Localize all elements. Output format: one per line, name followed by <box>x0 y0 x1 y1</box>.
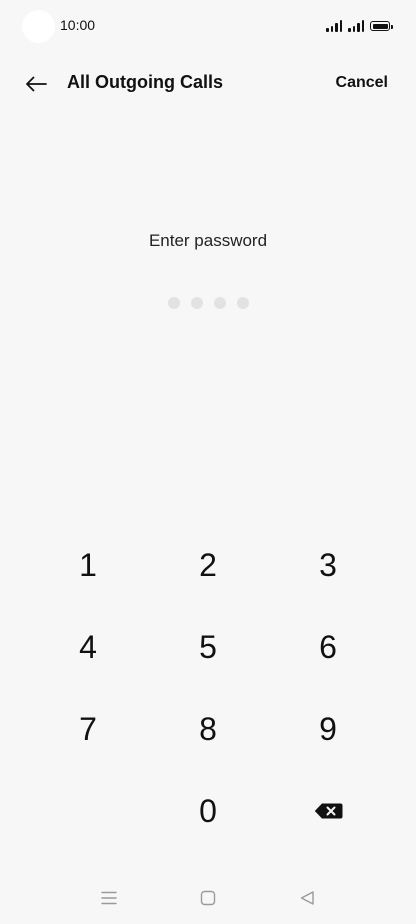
delete-button[interactable] <box>268 770 388 852</box>
key-6[interactable]: 6 <box>268 606 388 688</box>
front-camera <box>22 10 55 43</box>
pin-dot <box>213 297 226 309</box>
status-time: 10:00 <box>60 17 96 33</box>
header: All Outgoing Calls Cancel <box>0 60 416 108</box>
key-2[interactable]: 2 <box>148 524 268 606</box>
password-prompt: Enter password <box>148 231 268 250</box>
key-8[interactable]: 8 <box>148 688 268 770</box>
key-empty <box>28 770 148 852</box>
key-3[interactable]: 3 <box>268 524 388 606</box>
page-title: All Outgoing Calls <box>67 72 223 92</box>
battery-icon <box>370 21 393 31</box>
menu-icon <box>101 891 117 905</box>
backspace-icon <box>314 803 342 819</box>
arrow-left-icon <box>26 76 47 92</box>
menu-button[interactable] <box>95 886 123 910</box>
signal-icon <box>348 20 364 32</box>
key-9[interactable]: 9 <box>268 688 388 770</box>
nav-back-button[interactable] <box>293 886 321 910</box>
key-5[interactable]: 5 <box>148 606 268 688</box>
back-button[interactable] <box>22 70 50 98</box>
key-4[interactable]: 4 <box>28 606 148 688</box>
cancel-button[interactable]: Cancel <box>336 74 388 92</box>
pin-dot <box>190 297 203 309</box>
home-button[interactable] <box>194 886 222 910</box>
key-0[interactable]: 0 <box>148 770 268 852</box>
pin-dot <box>167 297 180 309</box>
key-7[interactable]: 7 <box>28 688 148 770</box>
keypad: 1 2 3 4 5 6 7 8 9 0 <box>28 524 388 852</box>
home-square-icon <box>200 890 216 906</box>
back-triangle-icon <box>300 891 314 905</box>
pin-dot <box>236 297 249 309</box>
pin-dots <box>0 297 416 309</box>
key-1[interactable]: 1 <box>28 524 148 606</box>
signal-icon <box>326 20 342 32</box>
status-bar: 10:00 <box>0 0 416 52</box>
navigation-bar <box>0 880 416 916</box>
status-icons <box>326 18 393 32</box>
